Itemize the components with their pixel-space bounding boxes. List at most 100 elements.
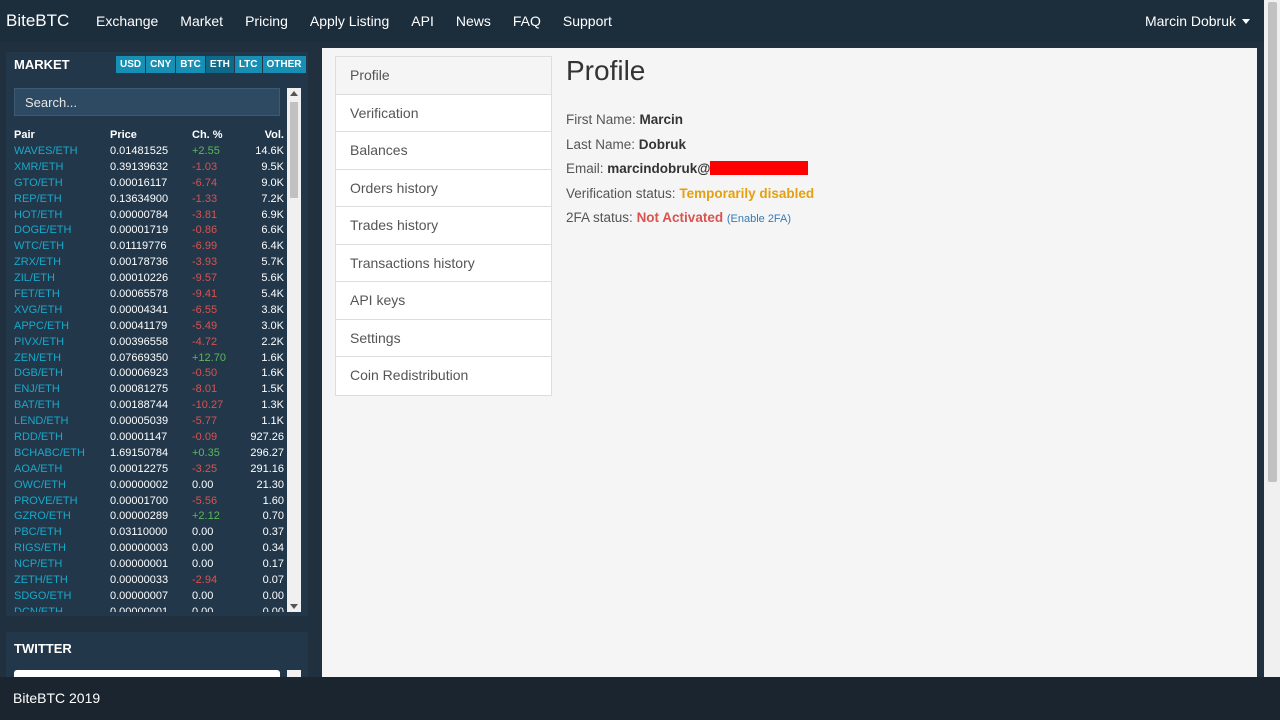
market-row[interactable]: WAVES/ETH 0.01481525 +2.55 14.6K — [14, 144, 284, 160]
market-row[interactable]: XMR/ETH 0.39139632 -1.03 9.5K — [14, 160, 284, 176]
menu-coin-redistribution[interactable]: Coin Redistribution — [336, 357, 551, 395]
market-pair[interactable]: HOT/ETH — [14, 208, 110, 224]
market-row[interactable]: APPC/ETH 0.00041179 -5.49 3.0K — [14, 319, 284, 335]
currency-tab-cny[interactable]: CNY — [146, 56, 176, 73]
market-row[interactable]: AOA/ETH 0.00012275 -3.25 291.16 — [14, 462, 284, 478]
market-row[interactable]: SDGO/ETH 0.00000007 0.00 0.00 — [14, 589, 284, 605]
currency-tab-eth[interactable]: ETH — [205, 56, 234, 73]
scroll-thumb[interactable] — [290, 102, 298, 198]
market-row[interactable]: XVG/ETH 0.00004341 -6.55 3.8K — [14, 303, 284, 319]
nav-news[interactable]: News — [445, 13, 502, 29]
menu-transactions-history[interactable]: Transactions history — [336, 244, 551, 282]
market-scrollbar[interactable] — [287, 88, 301, 612]
market-row[interactable]: FET/ETH 0.00065578 -9.41 5.4K — [14, 287, 284, 303]
scroll-down-icon[interactable] — [290, 604, 298, 609]
market-pair[interactable]: RIGS/ETH — [14, 541, 110, 557]
column-header-change[interactable]: Ch. % — [192, 128, 238, 144]
page-scroll-thumb[interactable] — [1268, 2, 1277, 482]
column-header-price[interactable]: Price — [110, 128, 192, 144]
market-pair[interactable]: DGB/ETH — [14, 366, 110, 382]
menu-verification[interactable]: Verification — [336, 94, 551, 132]
market-row[interactable]: DOGE/ETH 0.00001719 -0.86 6.6K — [14, 223, 284, 239]
market-pair[interactable]: OWC/ETH — [14, 478, 110, 494]
market-row[interactable]: OWC/ETH 0.00000002 0.00 21.30 — [14, 478, 284, 494]
market-pair[interactable]: XVG/ETH — [14, 303, 110, 319]
market-pair[interactable]: LEND/ETH — [14, 414, 110, 430]
market-pair[interactable]: BCHABC/ETH — [14, 446, 110, 462]
nav-pricing[interactable]: Pricing — [234, 13, 299, 29]
market-row[interactable]: HOT/ETH 0.00000784 -3.81 6.9K — [14, 208, 284, 224]
market-row[interactable]: PIVX/ETH 0.00396558 -4.72 2.2K — [14, 335, 284, 351]
market-row[interactable]: DGB/ETH 0.00006923 -0.50 1.6K — [14, 366, 284, 382]
menu-trades-history[interactable]: Trades history — [336, 207, 551, 245]
market-pair[interactable]: WAVES/ETH — [14, 144, 110, 160]
market-row[interactable]: ENJ/ETH 0.00081275 -8.01 1.5K — [14, 382, 284, 398]
market-pair[interactable]: GTO/ETH — [14, 176, 110, 192]
enable-2fa-link[interactable]: (Enable 2FA) — [727, 213, 791, 225]
user-menu[interactable]: Marcin Dobruk — [1145, 0, 1250, 42]
market-volume: 2.2K — [261, 335, 284, 348]
brand-logo[interactable]: BiteBTC — [0, 11, 85, 31]
market-row[interactable]: GTO/ETH 0.00016117 -6.74 9.0K — [14, 176, 284, 192]
market-pair[interactable]: PIVX/ETH — [14, 335, 110, 351]
market-pair[interactable]: GZRO/ETH — [14, 509, 110, 525]
market-pair[interactable]: DOGE/ETH — [14, 223, 110, 239]
menu-settings[interactable]: Settings — [336, 319, 551, 357]
market-pair[interactable]: ZRX/ETH — [14, 255, 110, 271]
market-pair[interactable]: BAT/ETH — [14, 398, 110, 414]
market-row[interactable]: REP/ETH 0.13634900 -1.33 7.2K — [14, 192, 284, 208]
scroll-up-icon[interactable] — [290, 91, 298, 96]
page-scrollbar[interactable] — [1264, 0, 1280, 677]
market-row[interactable]: RDD/ETH 0.00001147 -0.09 927.26 — [14, 430, 284, 446]
market-pair[interactable]: ENJ/ETH — [14, 382, 110, 398]
market-row[interactable]: BAT/ETH 0.00188744 -10.27 1.3K — [14, 398, 284, 414]
market-pair[interactable]: AOA/ETH — [14, 462, 110, 478]
market-pair[interactable]: SDGO/ETH — [14, 589, 110, 605]
market-row[interactable]: DCN/ETH 0.00000001 0.00 0.00 — [14, 605, 284, 612]
market-row[interactable]: PROVE/ETH 0.00001700 -5.56 1.60 — [14, 494, 284, 510]
market-row[interactable]: NCP/ETH 0.00000001 0.00 0.17 — [14, 557, 284, 573]
market-pair[interactable]: XMR/ETH — [14, 160, 110, 176]
market-search-input[interactable] — [14, 88, 280, 116]
market-pair[interactable]: PROVE/ETH — [14, 494, 110, 510]
market-pair[interactable]: NCP/ETH — [14, 557, 110, 573]
currency-tab-ltc[interactable]: LTC — [234, 56, 262, 73]
nav-support[interactable]: Support — [552, 13, 623, 29]
nav-market[interactable]: Market — [169, 13, 234, 29]
menu-balances[interactable]: Balances — [336, 132, 551, 170]
column-header-pair[interactable]: Pair — [14, 128, 110, 144]
nav-exchange[interactable]: Exchange — [85, 13, 169, 29]
market-row[interactable]: WTC/ETH 0.01119776 -6.99 6.4K — [14, 239, 284, 255]
market-row[interactable]: GZRO/ETH 0.00000289 +2.12 0.70 — [14, 509, 284, 525]
twitter-panel: TWITTER — [6, 632, 308, 680]
market-row[interactable]: ZETH/ETH 0.00000033 -2.94 0.07 — [14, 573, 284, 589]
menu-profile[interactable]: Profile — [336, 57, 551, 95]
nav-apply-listing[interactable]: Apply Listing — [299, 13, 400, 29]
menu-orders-history[interactable]: Orders history — [336, 169, 551, 207]
market-pair[interactable]: RDD/ETH — [14, 430, 110, 446]
market-row[interactable]: PBC/ETH 0.03110000 0.00 0.37 — [14, 525, 284, 541]
market-pair[interactable]: ZIL/ETH — [14, 271, 110, 287]
market-row[interactable]: BCHABC/ETH 1.69150784 +0.35 296.27 — [14, 446, 284, 462]
column-header-volume[interactable]: Vol. — [238, 128, 284, 144]
currency-tab-other[interactable]: OTHER — [262, 56, 306, 73]
market-row[interactable]: ZEN/ETH 0.07669350 +12.70 1.6K — [14, 351, 284, 367]
market-row[interactable]: ZRX/ETH 0.00178736 -3.93 5.7K — [14, 255, 284, 271]
currency-tab-usd[interactable]: USD — [116, 56, 146, 73]
market-pair[interactable]: DCN/ETH — [14, 605, 110, 612]
market-pair[interactable]: REP/ETH — [14, 192, 110, 208]
market-row[interactable]: LEND/ETH 0.00005039 -5.77 1.1K — [14, 414, 284, 430]
market-row[interactable]: RIGS/ETH 0.00000003 0.00 0.34 — [14, 541, 284, 557]
nav-api[interactable]: API — [400, 13, 445, 29]
market-row[interactable]: ZIL/ETH 0.00010226 -9.57 5.6K — [14, 271, 284, 287]
market-pair[interactable]: FET/ETH — [14, 287, 110, 303]
market-pair[interactable]: PBC/ETH — [14, 525, 110, 541]
market-change: -6.74 — [192, 176, 218, 189]
market-pair[interactable]: APPC/ETH — [14, 319, 110, 335]
market-pair[interactable]: ZEN/ETH — [14, 351, 110, 367]
market-pair[interactable]: ZETH/ETH — [14, 573, 110, 589]
nav-faq[interactable]: FAQ — [502, 13, 552, 29]
currency-tab-btc[interactable]: BTC — [176, 56, 205, 73]
menu-api-keys[interactable]: API keys — [336, 282, 551, 320]
market-pair[interactable]: WTC/ETH — [14, 239, 110, 255]
